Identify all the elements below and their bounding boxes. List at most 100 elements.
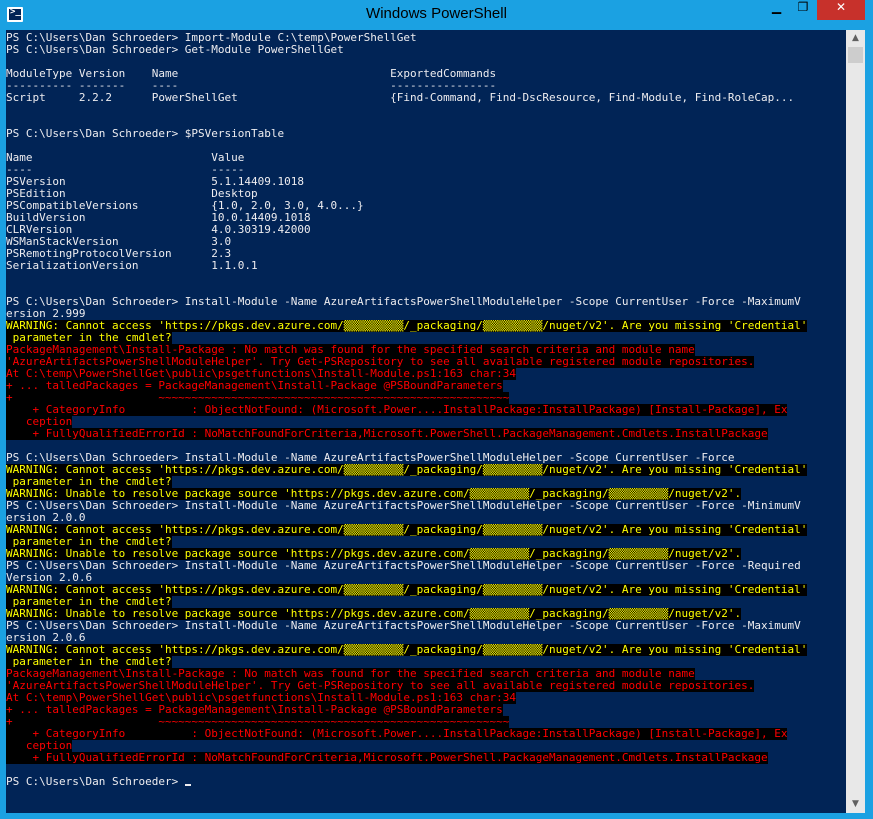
- minimize-button[interactable]: ▁: [764, 0, 789, 20]
- console-line: Name Value: [6, 152, 846, 164]
- warning-line: WARNING: Unable to resolve package sourc…: [6, 488, 846, 500]
- console-output[interactable]: PS C:\Users\Dan Schroeder> Import-Module…: [6, 30, 846, 813]
- maximize-button[interactable]: ❐: [790, 0, 816, 20]
- console-line: ---- -----: [6, 164, 846, 176]
- line-text: parameter in the cmdlet?: [6, 596, 172, 608]
- line-text: PSCompatibleVersions {1.0, 2.0, 3.0, 4.0…: [6, 200, 364, 212]
- line-text: WARNING: Cannot access 'https://pkgs.dev…: [6, 464, 808, 476]
- warning-line: WARNING: Unable to resolve package sourc…: [6, 608, 846, 620]
- error-line: + CategoryInfo : ObjectNotFound: (Micros…: [6, 404, 846, 416]
- line-text: PS C:\Users\Dan Schroeder> Get-Module Po…: [6, 44, 344, 56]
- close-button[interactable]: ✕: [817, 0, 865, 20]
- scroll-thumb[interactable]: [848, 47, 863, 63]
- console-line: SerializationVersion 1.1.0.1: [6, 260, 846, 272]
- line-text: PSVersion 5.1.14409.1018: [6, 176, 305, 188]
- console-line: PS C:\Users\Dan Schroeder> Import-Module…: [6, 32, 846, 44]
- line-text: WARNING: Unable to resolve package sourc…: [6, 608, 742, 620]
- line-text: + ... talledPackages = PackageManagement…: [6, 704, 503, 716]
- line-text: At C:\temp\PowerShellGet\public\psgetfun…: [6, 368, 516, 380]
- line-text: + ... talledPackages = PackageManagement…: [6, 380, 503, 392]
- warning-line: parameter in the cmdlet?: [6, 332, 846, 344]
- warning-line: WARNING: Cannot access 'https://pkgs.dev…: [6, 320, 846, 332]
- line-text: + CategoryInfo : ObjectNotFound: (Micros…: [6, 728, 788, 740]
- error-line: + CategoryInfo : ObjectNotFound: (Micros…: [6, 728, 846, 740]
- prompt-line: PS C:\Users\Dan Schroeder>: [6, 776, 846, 788]
- line-text: 'AzureArtifactsPowerShellModuleHelper'. …: [6, 680, 755, 692]
- line-text: ception: [6, 740, 73, 752]
- error-line: 'AzureArtifactsPowerShellModuleHelper'. …: [6, 680, 846, 692]
- line-text: WARNING: Cannot access 'https://pkgs.dev…: [6, 524, 808, 536]
- error-line: + ... talledPackages = PackageManagement…: [6, 380, 846, 392]
- warning-line: WARNING: Cannot access 'https://pkgs.dev…: [6, 584, 846, 596]
- console-line: BuildVersion 10.0.14409.1018: [6, 212, 846, 224]
- line-text: + CategoryInfo : ObjectNotFound: (Micros…: [6, 404, 788, 416]
- text-cursor: [184, 784, 191, 786]
- scroll-up-icon[interactable]: ▲: [846, 30, 865, 47]
- line-text: PS C:\Users\Dan Schroeder> Install-Modul…: [6, 560, 801, 572]
- console-lines: PS C:\Users\Dan Schroeder> Import-Module…: [6, 32, 846, 788]
- error-line: 'AzureArtifactsPowerShellModuleHelper'. …: [6, 356, 846, 368]
- line-text: PS C:\Users\Dan Schroeder> Import-Module…: [6, 32, 417, 44]
- line-text: + FullyQualifiedErrorId : NoMatchFoundFo…: [6, 428, 768, 440]
- line-text: PSEdition Desktop: [6, 188, 258, 200]
- error-line: ception: [6, 740, 846, 752]
- title-bar[interactable]: >_ Windows PowerShell ▁ ❐ ✕: [0, 0, 873, 30]
- line-text: ---------- ------- ---- ----------------: [6, 80, 497, 92]
- error-line: At C:\temp\PowerShellGet\public\psgetfun…: [6, 692, 846, 704]
- line-text: PSRemotingProtocolVersion 2.3: [6, 248, 232, 260]
- error-line: + FullyQualifiedErrorId : NoMatchFoundFo…: [6, 752, 846, 764]
- warning-line: parameter in the cmdlet?: [6, 476, 846, 488]
- scroll-down-icon[interactable]: ▼: [846, 796, 865, 813]
- console-line: PSCompatibleVersions {1.0, 2.0, 3.0, 4.0…: [6, 200, 846, 212]
- line-text: Version 2.0.6: [6, 572, 93, 584]
- powershell-window: >_ Windows PowerShell ▁ ❐ ✕ PS C:\Users\…: [0, 0, 873, 819]
- console-line: ersion 2.0.0: [6, 512, 846, 524]
- console-line: CLRVersion 4.0.30319.42000: [6, 224, 846, 236]
- error-line: PackageManagement\Install-Package : No m…: [6, 668, 846, 680]
- console-line: Version 2.0.6: [6, 572, 846, 584]
- window-title: Windows PowerShell: [366, 5, 507, 22]
- warning-line: WARNING: Cannot access 'https://pkgs.dev…: [6, 644, 846, 656]
- console-line: WSManStackVersion 3.0: [6, 236, 846, 248]
- error-line: + ... talledPackages = PackageManagement…: [6, 704, 846, 716]
- line-text: PackageManagement\Install-Package : No m…: [6, 344, 695, 356]
- line-text: parameter in the cmdlet?: [6, 656, 172, 668]
- line-text: parameter in the cmdlet?: [6, 476, 172, 488]
- line-text: PS C:\Users\Dan Schroeder> Install-Modul…: [6, 296, 801, 308]
- error-line: + ~~~~~~~~~~~~~~~~~~~~~~~~~~~~~~~~~~~~~~…: [6, 716, 846, 728]
- line-text: SerializationVersion 1.1.0.1: [6, 260, 258, 272]
- line-text: parameter in the cmdlet?: [6, 536, 172, 548]
- console-line: PSEdition Desktop: [6, 188, 846, 200]
- console-line: PSRemotingProtocolVersion 2.3: [6, 248, 846, 260]
- line-text: ModuleType Version Name ExportedCommands: [6, 68, 497, 80]
- line-text: PS C:\Users\Dan Schroeder>: [6, 776, 185, 788]
- console-line: PS C:\Users\Dan Schroeder> Install-Modul…: [6, 452, 846, 464]
- line-text: WARNING: Cannot access 'https://pkgs.dev…: [6, 584, 808, 596]
- line-text: WARNING: Cannot access 'https://pkgs.dev…: [6, 644, 808, 656]
- line-text: At C:\temp\PowerShellGet\public\psgetfun…: [6, 692, 516, 704]
- console-line: PS C:\Users\Dan Schroeder> Install-Modul…: [6, 620, 846, 632]
- line-text: Script 2.2.2 PowerShellGet {Find-Command…: [6, 92, 795, 104]
- line-text: WARNING: Cannot access 'https://pkgs.dev…: [6, 320, 808, 332]
- line-text: PS C:\Users\Dan Schroeder> Install-Modul…: [6, 620, 801, 632]
- line-text: WARNING: Unable to resolve package sourc…: [6, 488, 742, 500]
- warning-line: parameter in the cmdlet?: [6, 596, 846, 608]
- line-text: ---- -----: [6, 164, 245, 176]
- warning-line: parameter in the cmdlet?: [6, 536, 846, 548]
- line-text: + ~~~~~~~~~~~~~~~~~~~~~~~~~~~~~~~~~~~~~~…: [6, 392, 510, 404]
- line-text: CLRVersion 4.0.30319.42000: [6, 224, 311, 236]
- line-text: Name Value: [6, 152, 245, 164]
- vertical-scrollbar[interactable]: ▲ ▼: [846, 30, 865, 813]
- warning-line: parameter in the cmdlet?: [6, 656, 846, 668]
- line-text: + FullyQualifiedErrorId : NoMatchFoundFo…: [6, 752, 768, 764]
- error-line: + FullyQualifiedErrorId : NoMatchFoundFo…: [6, 428, 846, 440]
- console-line: PS C:\Users\Dan Schroeder> $PSVersionTab…: [6, 128, 846, 140]
- console-line: Script 2.2.2 PowerShellGet {Find-Command…: [6, 92, 846, 104]
- console-line: PS C:\Users\Dan Schroeder> Install-Modul…: [6, 560, 846, 572]
- line-text: + ~~~~~~~~~~~~~~~~~~~~~~~~~~~~~~~~~~~~~~…: [6, 716, 510, 728]
